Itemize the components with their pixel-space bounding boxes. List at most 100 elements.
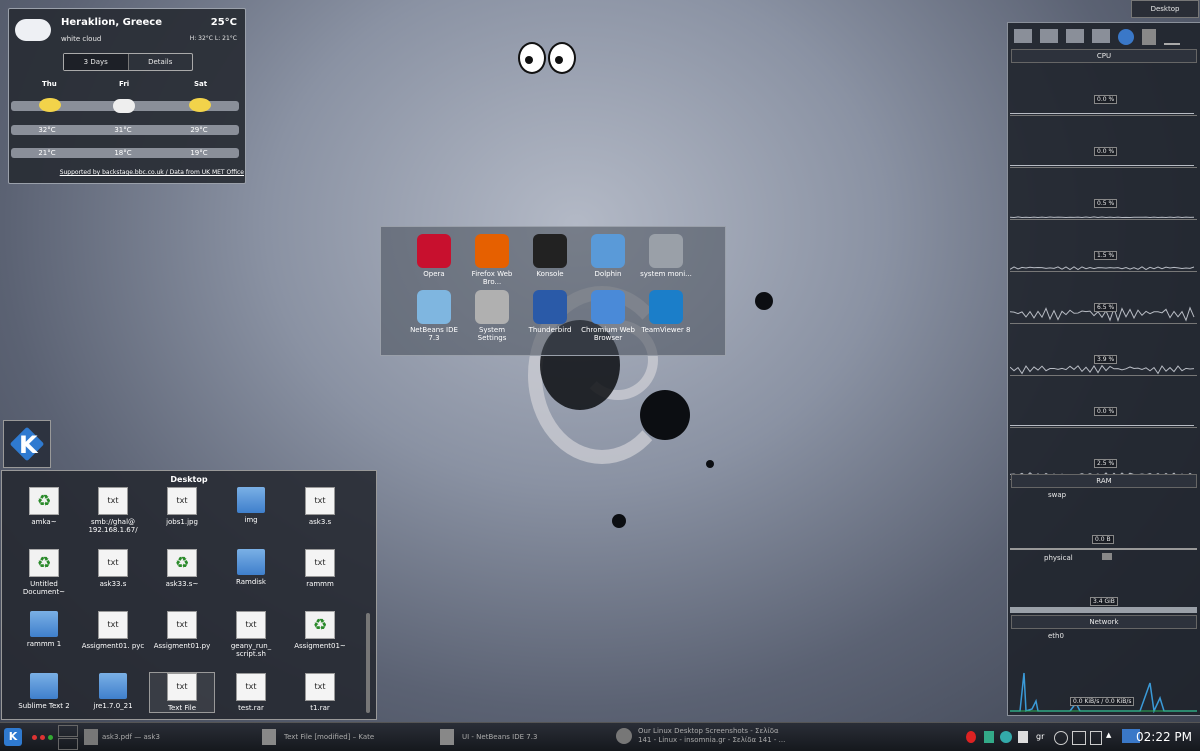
desktop-file-item[interactable]: txt Assigment01. pyc <box>81 611 145 650</box>
recycle-icon: ♻ <box>29 487 59 515</box>
desktop-file-item[interactable]: txt Assigment01.py <box>150 611 214 650</box>
opera-tray-icon[interactable] <box>966 731 976 743</box>
desktop-file-item[interactable]: txt smb://ghal@ 192.168.1.67/ <box>81 487 145 534</box>
clipboard-tray-icon[interactable] <box>1018 731 1028 743</box>
launcher-app[interactable]: system moni... <box>638 234 694 278</box>
desktop-file-item[interactable]: txt test.rar <box>219 673 283 712</box>
day-thu: Thu <box>42 80 57 88</box>
desktop-file-item[interactable]: txt ask33.s <box>81 549 145 588</box>
desktop-file-item[interactable]: txt ask3.s <box>288 487 352 526</box>
desktop-file-item[interactable]: txt Text File <box>150 673 214 712</box>
launcher-app[interactable]: Konsole <box>522 234 578 278</box>
cpu-value: 0.5 % <box>1094 199 1117 208</box>
hdd-icon[interactable] <box>1092 29 1110 43</box>
clock[interactable]: 02:22 PM <box>1136 730 1192 744</box>
launcher-app[interactable]: Thunderbird <box>522 290 578 334</box>
app-label: Thunderbird <box>522 326 578 334</box>
hdd-icon[interactable] <box>1066 29 1084 43</box>
launcher-app[interactable]: TeamViewer 8 <box>638 290 694 334</box>
document-icon: txt <box>167 673 197 701</box>
kickoff-logo[interactable]: K <box>3 420 51 468</box>
task-netbeans[interactable]: UI - NetBeans IDE 7.3 <box>462 733 537 741</box>
desktop-file-item[interactable]: ♻ amka~ <box>12 487 76 526</box>
document-icon: txt <box>236 673 266 701</box>
recycle-icon: ♻ <box>305 611 335 639</box>
tab-3-days[interactable]: 3 Days <box>64 54 129 70</box>
cpu-line <box>1010 67 1197 115</box>
desktop-toolbox-button[interactable]: Desktop <box>1131 0 1199 18</box>
desktop-file-item[interactable]: ♻ Assigment01~ <box>288 611 352 650</box>
low-thu: 21°C <box>27 149 67 157</box>
folder-view-widget: Desktop ♻ amka~ txt smb://ghal@ 192.168.1.6… <box>1 470 377 720</box>
cpu-line <box>1010 379 1197 427</box>
cpu-value: 6.5 % <box>1094 303 1117 312</box>
application-launcher-button[interactable]: K <box>4 728 22 746</box>
file-label: Ramdisk <box>219 578 283 586</box>
app-icon <box>475 234 509 268</box>
network-tray-icon[interactable] <box>1072 731 1086 745</box>
launcher-app[interactable]: NetBeans IDE 7.3 <box>406 290 462 342</box>
desktop-file-item[interactable]: Ramdisk <box>219 549 283 586</box>
physical-bar <box>1010 607 1197 613</box>
desktop-file-item[interactable]: Sublime Text 2 <box>12 673 76 710</box>
red-dot-icon <box>32 735 37 740</box>
file-label: rammm <box>288 580 352 588</box>
app-label: Firefox Web Bro... <box>464 270 520 286</box>
weather-credit-link[interactable]: Supported by backstage.bbc.co.uk / Data … <box>60 169 244 176</box>
recycle-icon: ♻ <box>29 549 59 577</box>
weather-tabs: 3 Days Details <box>63 53 193 71</box>
pager-desktop-2[interactable] <box>58 738 78 750</box>
launcher-app[interactable]: Firefox Web Bro... <box>464 234 520 286</box>
network-globe-icon[interactable] <box>1118 29 1134 45</box>
swap-label: swap <box>1048 491 1066 499</box>
green-dot-icon <box>48 735 53 740</box>
desktop-file-item[interactable]: txt t1.rar <box>288 673 352 712</box>
launcher-app[interactable]: Dolphin <box>580 234 636 278</box>
document-icon: txt <box>167 487 197 515</box>
document-icon: txt <box>167 611 197 639</box>
bars-icon[interactable] <box>1164 29 1180 45</box>
weather-hilo: H: 32°C L: 21°C <box>190 35 237 42</box>
folder-scrollbar[interactable] <box>366 613 370 713</box>
launcher-app[interactable]: System Settings <box>464 290 520 342</box>
file-label: Assigment01~ <box>288 642 352 650</box>
keyboard-layout-indicator[interactable]: gr <box>1036 732 1044 741</box>
desktop-file-item[interactable]: txt geany_run_ script.sh <box>219 611 283 658</box>
desktop-file-item[interactable]: ♻ Untitled Document~ <box>12 549 76 596</box>
app-icon <box>591 290 625 324</box>
activity-dots[interactable] <box>32 735 53 740</box>
power-tray-icon[interactable] <box>1054 731 1068 745</box>
hdd-icon[interactable] <box>1014 29 1032 43</box>
launcher-app[interactable]: Opera <box>406 234 462 278</box>
task-kate[interactable]: Text File [modified] – Kate <box>284 733 374 741</box>
update-tray-icon[interactable] <box>984 731 994 743</box>
device-notifier-icon[interactable] <box>1090 731 1102 745</box>
desktop-file-item[interactable]: jre1.7.0_21 <box>81 673 145 710</box>
launcher-app[interactable]: Chromium Web Browser <box>580 290 636 342</box>
file-label: rammm 1 <box>12 640 76 648</box>
cpu-line <box>1010 327 1197 375</box>
pager-desktop-1[interactable] <box>58 725 78 737</box>
chromium-tray-icon[interactable] <box>1000 731 1012 743</box>
desktop-file-item[interactable]: rammm 1 <box>12 611 76 648</box>
task-browser[interactable]: Our Linux Desktop Screenshots - Σελίδα 1… <box>638 727 788 745</box>
hdd-icon[interactable] <box>1040 29 1058 43</box>
cpu-core-graph: 3.9 % <box>1010 327 1197 376</box>
day-fri: Fri <box>119 80 129 88</box>
tray-expand-arrow-icon[interactable]: ▲ <box>1106 731 1111 739</box>
task-ask3-pdf[interactable]: ask3.pdf — ask3 <box>102 733 160 741</box>
kate-icon <box>262 729 276 745</box>
desktop-file-item[interactable]: txt rammm <box>288 549 352 588</box>
desktop-file-item[interactable]: txt jobs1.jpg <box>150 487 214 526</box>
desktop-file-item[interactable]: ♻ ask33.s~ <box>150 549 214 588</box>
cpu-value: 1.5 % <box>1094 251 1117 260</box>
desktop-file-item[interactable]: img <box>219 487 283 524</box>
cpu-core-graph: 0.0 % <box>1010 119 1197 168</box>
recycle-icon: ♻ <box>167 549 197 577</box>
ram-header: RAM <box>1011 474 1197 488</box>
browser-icon <box>616 728 632 744</box>
netbeans-icon <box>440 729 454 745</box>
cpu-chip-icon[interactable] <box>1142 29 1156 45</box>
physical-value: 3.4 GiB <box>1090 597 1118 606</box>
tab-details[interactable]: Details <box>129 54 193 70</box>
